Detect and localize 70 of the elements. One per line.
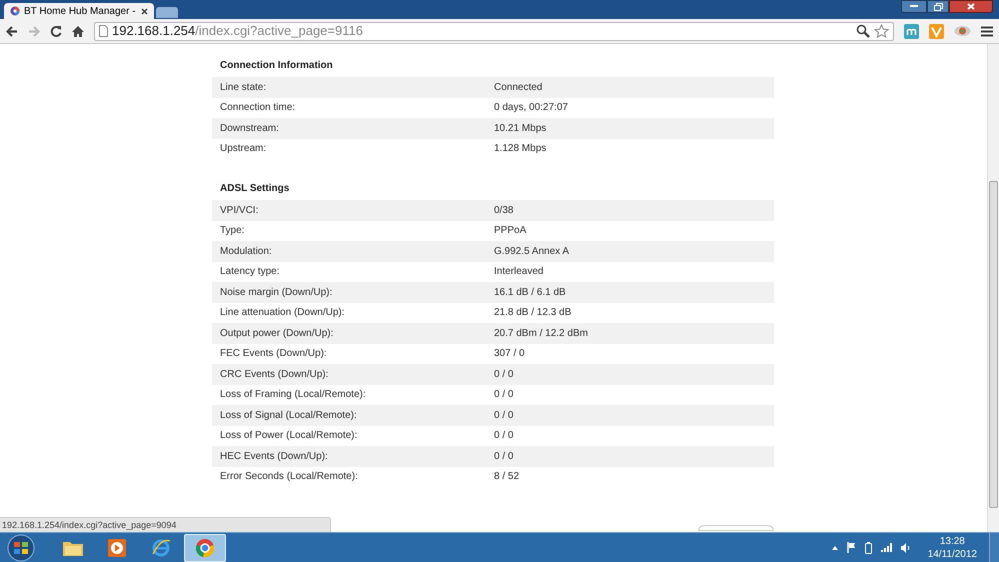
restore-icon xyxy=(934,2,942,10)
field-label: Modulation: xyxy=(219,244,273,259)
field-label: Line state: xyxy=(219,80,268,95)
minimize-icon xyxy=(910,5,918,8)
menu-icon[interactable] xyxy=(981,26,993,36)
field-value: 16.1 dB / 6.1 dB xyxy=(494,286,566,300)
field-label: Upstream: xyxy=(219,142,268,156)
address-bar[interactable]: 192.168.1.254/index.cgi?active_page=9116 xyxy=(94,22,894,40)
star-icon[interactable] xyxy=(874,24,889,38)
browser-icon xyxy=(151,538,171,558)
signal-icon[interactable] xyxy=(880,543,892,552)
zoom-icon[interactable] xyxy=(856,24,870,38)
field-label: VPI/VCI: xyxy=(219,204,260,218)
close-icon[interactable] xyxy=(141,8,148,14)
field-value: 0 / 0 xyxy=(494,368,514,382)
close-button[interactable] xyxy=(949,0,993,13)
field-label: Error Seconds (Local/Remote): xyxy=(219,470,359,484)
field-label: Loss of Signal (Local/Remote): xyxy=(219,408,358,423)
clock-date[interactable]: 14/11/2012 xyxy=(928,548,977,560)
page-icon xyxy=(99,25,108,37)
field-value: Connected xyxy=(494,80,542,95)
field-value: 21.8 dB / 12.3 dB xyxy=(494,306,572,320)
play-icon xyxy=(108,538,126,556)
field-value: 0 / 0 xyxy=(494,408,514,423)
field-value: PPPoA xyxy=(494,224,526,238)
status-bubble: 192.168.1.254/index.cgi?active_page=9094 xyxy=(0,517,331,532)
field-value: 0 days, 00:27:07 xyxy=(494,101,568,116)
minimize-button[interactable] xyxy=(901,0,927,13)
globe-icon xyxy=(10,6,20,16)
url-text: 192.168.1.254/index.cgi?active_page=9116 xyxy=(112,22,364,40)
section-title: Connection Information xyxy=(219,59,334,73)
section-title: ADSL Settings xyxy=(219,182,290,196)
field-label: Connection time: xyxy=(219,101,296,116)
field-value: 10.21 Mbps xyxy=(494,122,546,136)
chrome-icon xyxy=(195,538,215,558)
field-value: 8 / 52 xyxy=(494,470,520,484)
flag-icon[interactable] xyxy=(846,542,856,553)
show-hidden-icons[interactable] xyxy=(832,546,838,550)
browser-tab[interactable]: BT Home Hub Manager - xyxy=(4,3,154,19)
home-icon[interactable] xyxy=(72,26,84,36)
field-label: Loss of Power (Local/Remote): xyxy=(219,429,358,444)
field-value: 0/38 xyxy=(494,204,514,218)
field-label: Noise margin (Down/Up): xyxy=(219,286,334,300)
field-value: 307 / 0 xyxy=(494,347,525,362)
close-icon xyxy=(967,3,975,10)
speaker-icon[interactable] xyxy=(900,542,911,552)
back-icon[interactable] xyxy=(6,26,18,36)
field-value: 1.128 Mbps xyxy=(494,142,546,156)
field-label: Type: xyxy=(219,224,246,238)
extension-icon[interactable] xyxy=(904,24,919,38)
field-label: Latency type: xyxy=(219,265,280,280)
field-value: G.992.5 Annex A xyxy=(494,244,570,259)
taskbar-button[interactable] xyxy=(184,534,226,562)
field-label: Output power (Down/Up): xyxy=(219,326,334,341)
field-value: 0 / 0 xyxy=(494,429,514,444)
field-label: Downstream: xyxy=(219,122,280,136)
field-value: 0 / 0 xyxy=(494,450,514,464)
clock-time[interactable]: 13:28 xyxy=(940,534,965,548)
eye-icon[interactable] xyxy=(954,25,971,37)
field-value: Interleaved xyxy=(494,265,544,280)
field-value: 0 / 0 xyxy=(494,388,514,402)
field-value: 20.7 dBm / 12.2 dBm xyxy=(494,326,588,341)
field-label: FEC Events (Down/Up): xyxy=(219,347,328,362)
field-label: Loss of Framing (Local/Remote): xyxy=(219,388,367,402)
field-label: CRC Events (Down/Up): xyxy=(219,368,330,382)
field-label: HEC Events (Down/Up): xyxy=(219,450,329,464)
reload-icon[interactable] xyxy=(50,25,62,37)
battery-icon[interactable] xyxy=(864,542,872,554)
restore-button[interactable] xyxy=(927,0,949,13)
field-label: Line attenuation (Down/Up): xyxy=(219,306,346,320)
